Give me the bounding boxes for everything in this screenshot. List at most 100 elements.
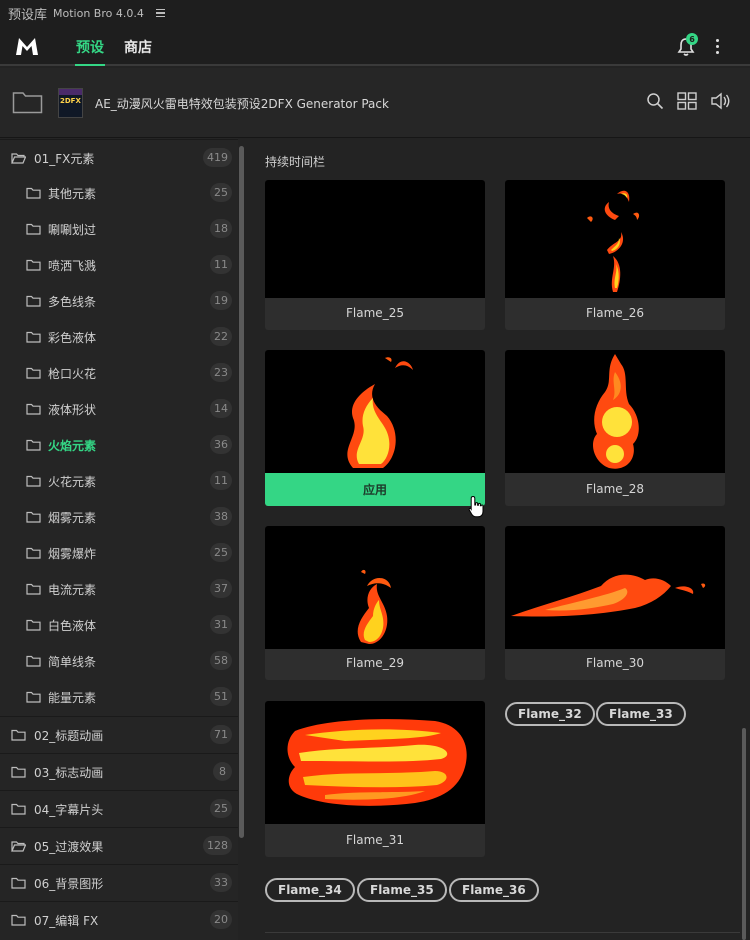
preset-card[interactable]: Flame_31 [265, 701, 485, 857]
volume-icon[interactable] [710, 92, 732, 110]
apply-button[interactable]: 应用 [265, 473, 485, 506]
category-label: 烟雾爆炸 [48, 547, 97, 561]
category-label: 火焰元素 [48, 439, 97, 453]
category-folder[interactable]: 02_标题动画 71 [0, 716, 238, 752]
category-count-badge: 8 [213, 762, 232, 781]
subcategory-item[interactable]: 烟雾元素 38 [0, 499, 238, 535]
divider [265, 932, 740, 933]
preset-name: Flame_25 [346, 306, 404, 320]
preset-chip[interactable]: Flame_33 [596, 702, 686, 726]
category-label: 白色液体 [48, 619, 97, 633]
preset-thumbnail [505, 180, 725, 298]
subcategory-item[interactable]: 喷洒飞溅 11 [0, 247, 238, 283]
subcategory-item[interactable]: 简单线条 58 [0, 643, 238, 679]
app-version: Motion Bro 4.0.4 [53, 6, 144, 20]
preset-thumbnail [265, 350, 485, 473]
tab-presets[interactable]: 预设 [76, 37, 104, 57]
subcategory-item[interactable]: 唰唰划过 18 [0, 211, 238, 247]
category-count-badge: 11 [210, 471, 232, 490]
folder-icon [26, 259, 41, 271]
category-label: 火花元素 [48, 475, 97, 489]
subcategory-item[interactable]: 烟雾爆炸 25 [0, 535, 238, 571]
category-count-badge: 51 [210, 687, 232, 706]
sidebar-scrollbar[interactable] [239, 146, 244, 838]
panel-menu-icon[interactable] [155, 8, 165, 18]
active-tab-indicator [75, 64, 105, 66]
preset-name: Flame_31 [346, 833, 404, 847]
folder-icon [26, 547, 41, 559]
category-label: 喷洒飞溅 [48, 259, 97, 273]
folder-icon [26, 511, 41, 523]
category-label: 彩色液体 [48, 331, 97, 345]
preset-chip[interactable]: Flame_32 [505, 702, 595, 726]
preset-card[interactable]: Flame_25 [265, 180, 485, 330]
window-titlebar: 预设库 Motion Bro 4.0.4 [0, 0, 750, 26]
category-label: 枪口火花 [48, 367, 97, 381]
category-folder[interactable]: 06_背景图形 33 [0, 864, 238, 900]
preset-card[interactable]: Flame_26 [505, 180, 725, 330]
category-label: 07_编辑 FX [34, 914, 99, 928]
category-folder[interactable]: 04_字幕片头 25 [0, 790, 238, 826]
folder-icon [11, 729, 26, 741]
folder-icon [26, 295, 41, 307]
category-folder[interactable]: 01_FX元素 419 [0, 139, 238, 175]
category-folder[interactable]: 05_过渡效果 128 [0, 827, 238, 863]
subcategory-item[interactable]: 枪口火花 23 [0, 355, 238, 391]
top-nav: 预设 商店 6 [0, 26, 750, 66]
folder-icon [11, 841, 26, 852]
subcategory-item[interactable]: 液体形状 14 [0, 391, 238, 427]
pack-thumbnail: 2DFX [58, 88, 83, 118]
category-count-badge: 25 [210, 183, 232, 202]
category-sidebar: 01_FX元素 419 其他元素 25 唰唰划过 18 喷洒飞溅 11 多色线条 19 彩色液体 22… [0, 138, 238, 940]
subcategory-item[interactable]: 火焰元素 36 [0, 427, 238, 463]
flame-image [593, 354, 639, 469]
pack-header: 2DFX AE_动漫风火雷电特效包装预设2DFX Generator Pack [0, 68, 750, 138]
folder-icon[interactable] [12, 90, 43, 114]
search-icon[interactable] [646, 92, 664, 110]
category-folder[interactable]: 07_编辑 FX 20 [0, 901, 238, 937]
preset-name: Flame_29 [346, 656, 404, 670]
flame-image [587, 190, 640, 292]
category-count-badge: 128 [203, 836, 232, 855]
category-label: 其他元素 [48, 187, 97, 201]
main-scrollbar[interactable] [742, 728, 746, 940]
flame-image [287, 719, 467, 806]
subcategory-item[interactable]: 能量元素 51 [0, 679, 238, 715]
category-count-badge: 419 [203, 148, 232, 167]
preset-chip[interactable]: Flame_36 [449, 878, 539, 902]
hand-cursor-icon [468, 495, 484, 518]
subcategory-item[interactable]: 其他元素 25 [0, 175, 238, 211]
folder-icon [11, 877, 26, 889]
category-label: 烟雾元素 [48, 511, 97, 525]
category-label: 电流元素 [48, 583, 97, 597]
category-count-badge: 11 [210, 255, 232, 274]
preset-card[interactable]: Flame_28 [505, 350, 725, 506]
preset-thumbnail [505, 526, 725, 649]
folder-icon [11, 914, 26, 926]
preset-card[interactable]: Flame_29 [265, 526, 485, 680]
preset-name: Flame_28 [586, 482, 644, 496]
subcategory-item[interactable]: 多色线条 19 [0, 283, 238, 319]
motion-bro-logo-icon[interactable] [14, 35, 40, 57]
more-options-icon[interactable] [716, 39, 719, 54]
preset-card[interactable]: Flame_30 [505, 526, 725, 680]
category-count-badge: 25 [210, 799, 232, 818]
subcategory-item[interactable]: 彩色液体 22 [0, 319, 238, 355]
category-count-badge: 14 [210, 399, 232, 418]
category-count-badge: 58 [210, 651, 232, 670]
grid-view-icon[interactable] [677, 92, 697, 110]
preset-card-hovered[interactable]: 应用 [265, 350, 485, 506]
category-folder[interactable]: 03_标志动画 8 [0, 753, 238, 789]
category-label: 02_标题动画 [34, 729, 104, 743]
subcategory-item[interactable]: 白色液体 31 [0, 607, 238, 643]
preset-thumbnail [505, 350, 725, 473]
subcategory-item[interactable]: 火花元素 11 [0, 463, 238, 499]
preset-chip[interactable]: Flame_34 [265, 878, 355, 902]
preset-chip[interactable]: Flame_35 [357, 878, 447, 902]
folder-icon [26, 223, 41, 235]
category-label: 简单线条 [48, 655, 97, 669]
flame-image [511, 574, 706, 617]
category-count-badge: 22 [210, 327, 232, 346]
subcategory-item[interactable]: 电流元素 37 [0, 571, 238, 607]
tab-store[interactable]: 商店 [124, 37, 152, 57]
